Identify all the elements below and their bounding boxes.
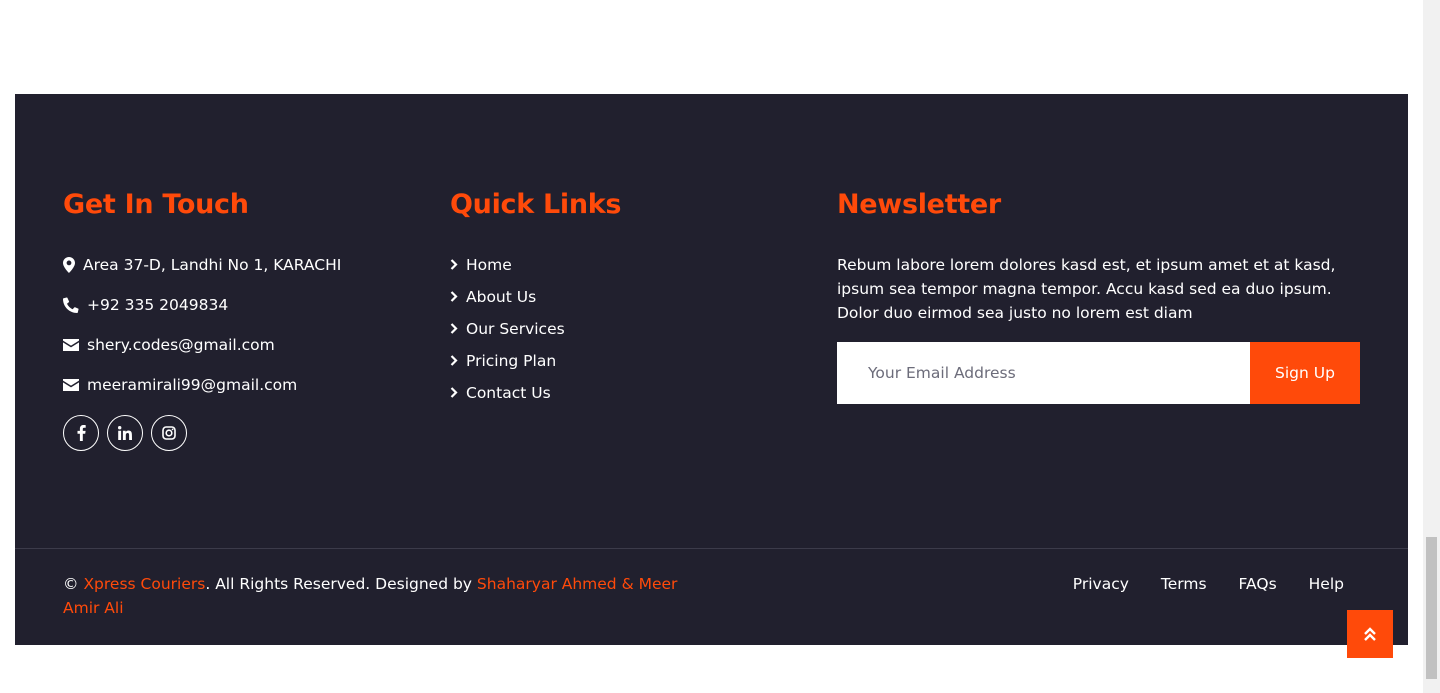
email-item-2: meeramirali99@gmail.com bbox=[63, 373, 341, 397]
quick-link-pricing-plan[interactable]: Pricing Plan bbox=[450, 349, 621, 373]
email-text-2: meeramirali99@gmail.com bbox=[87, 376, 298, 394]
copyright-text: . All Rights Reserved. Designed by bbox=[205, 575, 477, 593]
brand-link[interactable]: Xpress Couriers bbox=[83, 575, 205, 593]
quick-link-label: Our Services bbox=[466, 320, 565, 338]
quick-link-label: Pricing Plan bbox=[466, 352, 557, 370]
quick-link-about-us[interactable]: About Us bbox=[450, 285, 621, 309]
newsletter-text: Rebum labore lorem dolores kasd est, et … bbox=[837, 256, 1336, 322]
newsletter-title: Newsletter bbox=[837, 189, 1001, 220]
copyright-symbol: © bbox=[63, 575, 79, 593]
linkedin-button[interactable] bbox=[107, 415, 143, 451]
copyright: © Xpress Couriers. All Rights Reserved. … bbox=[63, 572, 703, 620]
quick-link-home[interactable]: Home bbox=[450, 253, 621, 277]
quick-link-label: Contact Us bbox=[466, 384, 551, 402]
instagram-icon bbox=[162, 426, 176, 440]
double-chevron-up-icon bbox=[1364, 627, 1376, 641]
email-item-1: shery.codes@gmail.com bbox=[63, 333, 341, 357]
chevron-right-icon bbox=[450, 288, 466, 306]
phone-icon bbox=[63, 297, 87, 313]
quick-links-list: Home About Us Our Services Pricing Plan … bbox=[450, 253, 621, 405]
sign-up-button[interactable]: Sign Up bbox=[1250, 342, 1360, 404]
email-text-1: shery.codes@gmail.com bbox=[87, 336, 275, 354]
quick-links-section: Quick Links Home About Us Our Services P… bbox=[450, 189, 622, 413]
email-input[interactable] bbox=[837, 342, 1250, 404]
address-item: Area 37-D, Landhi No 1, KARACHI bbox=[63, 253, 341, 277]
vertical-scrollbar[interactable] bbox=[1423, 0, 1440, 693]
page: Get In Touch Area 37-D, Landhi No 1, KAR… bbox=[0, 0, 1440, 693]
footer: Get In Touch Area 37-D, Landhi No 1, KAR… bbox=[15, 94, 1408, 645]
phone-item: +92 335 2049834 bbox=[63, 293, 341, 317]
phone-text: +92 335 2049834 bbox=[87, 296, 229, 314]
quick-link-our-services[interactable]: Our Services bbox=[450, 317, 621, 341]
address-text: Area 37-D, Landhi No 1, KARACHI bbox=[83, 256, 342, 274]
linkedin-icon bbox=[118, 426, 132, 440]
instagram-button[interactable] bbox=[151, 415, 187, 451]
chevron-right-icon bbox=[450, 384, 466, 402]
facebook-button[interactable] bbox=[63, 415, 99, 451]
footer-link-terms[interactable]: Terms bbox=[1161, 572, 1207, 596]
social-links bbox=[63, 415, 341, 451]
chevron-right-icon bbox=[450, 256, 466, 274]
newsletter-section: Newsletter Rebum labore lorem dolores ka… bbox=[837, 190, 1362, 404]
footer-menu: Privacy Terms FAQs Help bbox=[1073, 572, 1344, 596]
get-in-touch-section: Get In Touch Area 37-D, Landhi No 1, KAR… bbox=[63, 190, 341, 451]
contact-list: Area 37-D, Landhi No 1, KARACHI +92 335 … bbox=[63, 253, 341, 397]
envelope-icon bbox=[63, 339, 87, 351]
chevron-right-icon bbox=[450, 352, 466, 370]
chevron-right-icon bbox=[450, 320, 466, 338]
quick-links-title: Quick Links bbox=[450, 189, 622, 220]
footer-divider bbox=[15, 548, 1408, 549]
quick-link-label: About Us bbox=[466, 288, 537, 306]
quick-link-contact-us[interactable]: Contact Us bbox=[450, 381, 621, 405]
get-in-touch-title: Get In Touch bbox=[63, 189, 249, 220]
newsletter-form: Sign Up bbox=[837, 342, 1360, 404]
facebook-icon bbox=[77, 425, 86, 441]
footer-link-privacy[interactable]: Privacy bbox=[1073, 572, 1129, 596]
quick-link-label: Home bbox=[466, 256, 512, 274]
scrollbar-thumb[interactable] bbox=[1426, 537, 1437, 679]
back-to-top-button[interactable] bbox=[1347, 610, 1393, 658]
footer-link-help[interactable]: Help bbox=[1309, 572, 1344, 596]
footer-link-faqs[interactable]: FAQs bbox=[1239, 572, 1277, 596]
map-marker-icon bbox=[63, 257, 83, 273]
envelope-icon bbox=[63, 379, 87, 391]
